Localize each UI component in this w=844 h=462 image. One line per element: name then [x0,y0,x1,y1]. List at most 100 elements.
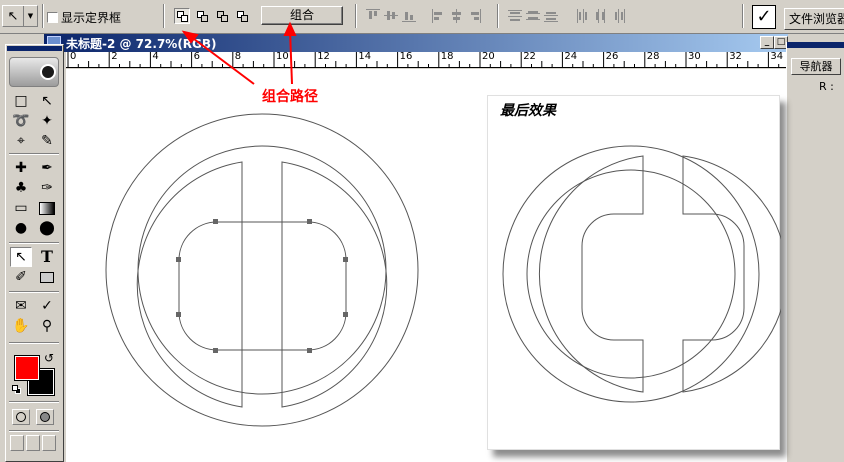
ruler-label: 0 [70,52,77,62]
ruler-label: 10 [276,52,289,62]
rectangle-shape-icon[interactable] [36,267,58,287]
magic-wand-icon[interactable]: ✦ [36,111,58,131]
hand-icon[interactable]: ✋ [10,316,32,336]
history-brush-icon[interactable]: ✑ [36,178,58,198]
ruler-label: 18 [440,52,454,62]
eraser-icon[interactable]: ▭ [10,198,32,218]
show-bounding-box-checkbox[interactable] [47,12,58,23]
combine-button[interactable]: 组合 [261,6,343,25]
swap-colors-icon[interactable]: ↺ [44,351,54,365]
navigator-tab[interactable]: 导航器 [791,58,841,75]
distribute-bottom-icon[interactable] [544,9,558,23]
outer-circle-path [105,113,419,427]
align-vertical-center-icon[interactable] [384,9,398,23]
distribute-top-icon[interactable] [508,9,522,23]
ruler-label: 26 [605,52,619,62]
separator [355,4,357,28]
align-bottom-icon[interactable] [402,9,416,23]
ruler-label: 34 [770,52,784,62]
result-inner-circle [526,169,736,379]
blur-icon[interactable]: ● [10,218,32,238]
brush-icon[interactable]: ✒ [36,158,58,178]
slice-icon[interactable]: ✎ [36,131,58,151]
anchor-point [213,219,218,224]
standard-screen-mode-icon[interactable] [10,435,24,451]
final-result-title: 最后效果 [500,103,556,119]
ruler-label: 32 [729,52,742,62]
horizontal-ruler[interactable]: 0 2 4 6 8 10 12 14 16 18 20 22 24 26 28 30 32 34 [66,52,788,68]
healing-brush-icon[interactable]: ✚ [10,158,32,178]
navigator-panel: 导航器 R : [786,42,844,462]
result-right-shape [682,155,788,393]
rounded-rect-path [178,221,347,351]
photoshop-logo[interactable] [9,57,59,87]
file-browser-tab[interactable]: 文件浏览器 [784,8,844,30]
document-titlebar[interactable]: 未标题-2 @ 72.7%(RGB) _ □ [44,34,788,52]
ruler-label: 6 [193,52,200,62]
ruler-label: 8 [234,52,242,62]
align-right-icon[interactable] [468,9,482,23]
ruler-label: 22 [523,52,536,62]
divider [9,291,59,293]
standard-mode-icon[interactable] [12,409,30,425]
annotation-label: 组合路径 [262,89,318,105]
ruler-label: 12 [317,52,330,62]
type-icon[interactable]: T [36,247,58,267]
show-bounding-box-label: 显示定界框 [61,11,122,25]
result-left-shape [538,155,644,393]
ruler-label: 4 [152,52,159,62]
add-to-shape-button[interactable] [174,8,190,24]
separator [163,4,165,28]
anchor-point [213,348,218,353]
distribute-vertical-center-icon[interactable] [526,9,540,23]
ruler-label: 28 [646,52,660,62]
subtract-shape-button[interactable] [194,8,210,24]
commit-button[interactable]: ✓ [752,5,776,29]
ruler-label: 24 [564,52,578,62]
final-result-shape [502,145,788,403]
full-screen-menu-mode-icon[interactable] [26,435,40,451]
lasso-icon[interactable]: ➰ [10,111,32,131]
toolbox-grip[interactable] [7,46,62,51]
foreground-color-swatch[interactable] [14,355,40,381]
marquee-icon[interactable]: □ [10,91,32,111]
align-top-icon[interactable] [366,9,380,23]
full-screen-mode-icon[interactable] [42,435,56,451]
panel-grip[interactable] [787,42,844,48]
document-title: 未标题-2 @ 72.7%(RGB) [66,37,217,51]
dodge-icon[interactable]: ⬤ [36,218,58,238]
checkmark-icon: ✓ [756,6,772,27]
notes-icon[interactable]: ✉ [10,296,32,316]
show-bounding-box-option[interactable]: 显示定界框 [47,9,121,26]
clone-stamp-icon[interactable]: ♣ [10,178,32,198]
divider [9,153,59,155]
eyedropper-icon[interactable]: ✓ [36,296,58,316]
tool-preset-picker[interactable]: ↖ ▼ [2,5,38,27]
anchor-point [307,219,312,224]
align-horizontal-center-icon[interactable] [450,9,464,23]
move-icon[interactable]: ↖ [36,91,58,111]
arrow-icon: ↖ [7,8,19,24]
minimize-button[interactable]: _ [760,36,774,49]
path-selection-icon[interactable]: ↖ [10,247,32,267]
separator [497,4,499,28]
ruler-label: 14 [358,52,372,62]
intersect-shape-button[interactable] [214,8,230,24]
default-colors-icon[interactable] [12,385,22,395]
distribute-left-icon[interactable] [576,9,590,23]
distribute-horizontal-center-icon[interactable] [594,9,608,23]
pen-icon[interactable]: ✐ [10,267,32,287]
zoom-icon[interactable]: ⚲ [36,316,58,336]
distribute-right-icon[interactable] [612,9,626,23]
gradient-icon[interactable] [36,198,58,218]
divider [9,242,59,244]
align-left-icon[interactable] [432,9,446,23]
divider [9,430,59,432]
crop-icon[interactable]: ⌖ [10,131,32,151]
ruler-label: 2 [111,52,118,62]
divider [9,342,59,344]
anchor-point [343,312,348,317]
exclude-overlap-button[interactable] [234,8,250,24]
quick-mask-mode-icon[interactable] [36,409,54,425]
inner-circle-path [137,145,387,395]
